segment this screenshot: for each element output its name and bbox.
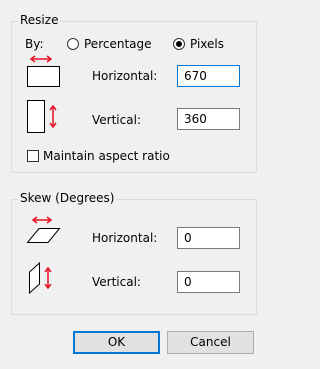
skew-group-title: Skew (Degrees) [18, 191, 117, 205]
resize-horizontal-input[interactable]: 670 [177, 65, 240, 87]
resize-vertical-label: Vertical: [92, 113, 141, 127]
resize-vertical-icon [27, 100, 57, 133]
cancel-button[interactable]: Cancel [167, 331, 254, 354]
percentage-label[interactable]: Percentage [84, 37, 152, 51]
resize-group-title: Resize [18, 13, 61, 27]
skew-horizontal-icon [26, 216, 61, 243]
by-label: By: [25, 37, 44, 51]
maintain-aspect-checkbox[interactable] [27, 150, 39, 162]
resize-horizontal-icon [27, 55, 60, 87]
pixels-radio-selected-dot [176, 41, 182, 47]
skew-horizontal-input[interactable]: 0 [177, 227, 240, 249]
resize-horizontal-label: Horizontal: [92, 69, 158, 83]
resize-vertical-input[interactable]: 360 [177, 108, 240, 130]
skew-vertical-label: Vertical: [92, 275, 141, 289]
ok-button[interactable]: OK [73, 331, 160, 354]
skew-vertical-input[interactable]: 0 [177, 271, 240, 293]
pixels-label[interactable]: Pixels [190, 37, 224, 51]
skew-vertical-icon [29, 261, 52, 295]
maintain-aspect-label[interactable]: Maintain aspect ratio [43, 149, 170, 163]
pixels-radio[interactable] [173, 38, 185, 50]
skew-horizontal-label: Horizontal: [92, 231, 158, 245]
percentage-radio[interactable] [67, 38, 79, 50]
